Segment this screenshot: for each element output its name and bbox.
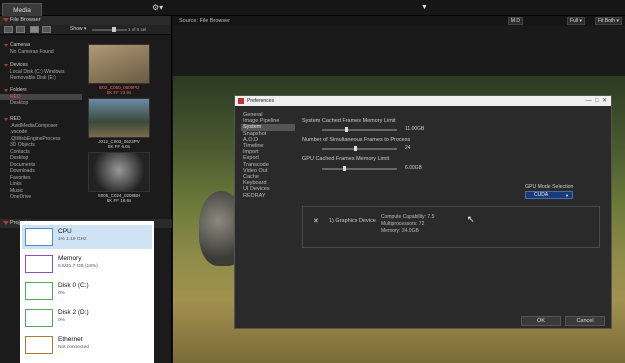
system-cache-slider[interactable]: [322, 127, 397, 132]
gear-icon[interactable]: ⚙▾: [152, 3, 163, 12]
folders-header[interactable]: Folders: [0, 87, 82, 94]
system-cache-value: 11.00GB: [405, 126, 425, 132]
devices-header[interactable]: Devices: [0, 62, 82, 69]
task-manager-item-value: 0%: [58, 291, 65, 296]
zoom-dropdown[interactable]: Full ▾: [567, 17, 585, 25]
browser-toolbar: Show ▾ 1 of 6 sel: [0, 25, 171, 35]
multiprocessors: Multiprocessors: 72: [381, 221, 425, 227]
red-folder-item[interactable]: OneDrive: [0, 194, 82, 201]
graphics-device-box: ✕ 1) Graphics Device Compute Capability:…: [302, 206, 600, 248]
remove-device-icon[interactable]: ✕: [313, 217, 319, 225]
preferences-nav: General Image Pipeline System Snapshot A.O.D…: [241, 112, 295, 322]
dialog-title: Preferences: [247, 98, 274, 104]
show-dropdown[interactable]: Show ▾: [70, 26, 86, 32]
usage-graph: [25, 282, 53, 300]
thumbnail-meta: 5K FF 18.6s: [106, 198, 132, 203]
close-icon[interactable]: — □ ✕: [586, 96, 607, 106]
device-memory: Memory: 24.0GB: [381, 228, 419, 234]
thumbnail[interactable]: [88, 98, 150, 138]
task-manager-item-title: Disk 0 (C:): [58, 282, 89, 289]
device-name: 1) Graphics Device: [329, 218, 376, 224]
folder-item[interactable]: Desktop: [0, 100, 82, 107]
frames-label: Number of Simultaneous Frames to Process: [302, 137, 411, 143]
task-manager-item-value: 0%: [58, 318, 65, 323]
gpu-cache-value: 6.00GB: [405, 165, 422, 171]
task-manager-item[interactable]: Disk 2 (D:) 0%: [22, 306, 152, 330]
task-manager-overlay: CPU 1% 1.19 GHz Memory 5.6/31.7 GB (18%) Dis…: [20, 221, 154, 363]
thumbnail-meta: 8K FF 23.9s: [106, 90, 132, 95]
file-browser-title: File Browser: [0, 16, 171, 25]
tab-media[interactable]: Media: [2, 3, 42, 16]
preferences-dialog: Preferences — □ ✕ General Image Pipeline S…: [234, 95, 612, 329]
viewer-source: Source: File Browser M D Full ▾ Fit Both…: [173, 16, 625, 26]
topbar: Media ⚙▾ ▼: [0, 0, 625, 16]
task-manager-item-value: Not connected: [58, 345, 89, 350]
usage-graph: [25, 336, 53, 354]
task-manager-item[interactable]: CPU 1% 1.19 GHz: [22, 225, 152, 249]
gpu-cache-slider[interactable]: [322, 166, 397, 171]
list-view-icon[interactable]: [16, 26, 25, 33]
frames-slider[interactable]: [322, 146, 397, 151]
app: Media ⚙▾ ▼ File Browser Show ▾ 1 of 6 se…: [0, 0, 625, 363]
task-manager-item-value: 1% 1.19 GHz: [58, 237, 87, 242]
task-manager-item[interactable]: Disk 0 (C:) 0%: [22, 279, 152, 303]
thumbnail[interactable]: [88, 44, 150, 84]
preferences-nav-item[interactable]: REDRAY: [241, 193, 295, 199]
detail-view-icon[interactable]: [42, 26, 51, 33]
task-manager-item-title: CPU: [58, 228, 72, 235]
task-manager-item-title: Disk 2 (D:): [58, 309, 89, 316]
gpu-mode-select[interactable]: CUDA: [525, 191, 573, 199]
ok-button[interactable]: OK: [521, 316, 561, 326]
slider-knob[interactable]: [112, 27, 116, 32]
browser-tree: Cameras No Cameras Found Devices Local D…: [0, 42, 82, 201]
task-manager-item[interactable]: Memory 5.6/31.7 GB (18%): [22, 252, 152, 276]
slider-knob[interactable]: [344, 127, 348, 132]
usage-graph: [25, 255, 53, 273]
task-manager-item-title: Memory: [58, 255, 82, 262]
frames-value: 24: [405, 145, 411, 151]
thumbnail[interactable]: [88, 152, 150, 192]
dialog-titlebar: Preferences — □ ✕: [235, 96, 611, 106]
cancel-button[interactable]: Cancel: [565, 316, 605, 326]
task-manager-item[interactable]: Ethernet Not connected: [22, 333, 152, 357]
slider-knob[interactable]: [343, 166, 346, 171]
gpu-cache-label: GPU Cached Frames Memory Limit: [302, 156, 390, 162]
viewer-source-label: Source: File Browser: [179, 18, 231, 24]
task-manager-item-value: 5.6/31.7 GB (18%): [58, 264, 98, 269]
usage-graph: [25, 228, 53, 246]
task-manager-item-title: Ethernet: [58, 336, 83, 343]
back-icon[interactable]: [4, 26, 13, 33]
gpu-mode-label: GPU Mode Selection: [525, 184, 574, 190]
app-icon: [238, 98, 244, 104]
red-folder-list: .AvidMediaComposer .vscode .QtWebEnginePro…: [0, 123, 82, 201]
selection-count: 1 of 6 sel: [128, 27, 147, 32]
red-folder-header[interactable]: RED: [0, 116, 82, 123]
cameras-empty: No Cameras Found: [10, 49, 54, 55]
usage-graph: [25, 309, 53, 327]
chevron-down-icon[interactable]: ▼: [421, 4, 428, 11]
device-item[interactable]: Removable Disk (E:): [0, 75, 82, 82]
system-cache-label: System Cached Frames Memory Limit: [302, 118, 396, 124]
grid-view-icon[interactable]: [30, 26, 39, 33]
compute-capability: Compute Capability: 7.5: [381, 214, 435, 220]
thumbnail-size-slider[interactable]: [92, 29, 127, 31]
slider-knob[interactable]: [353, 146, 357, 151]
viewer-md[interactable]: M D: [507, 17, 523, 25]
thumbnail-meta: 8K FF 6.0s: [107, 144, 130, 149]
cameras-header[interactable]: Cameras: [0, 42, 82, 49]
fit-dropdown[interactable]: Fit Both ▾: [594, 17, 622, 25]
